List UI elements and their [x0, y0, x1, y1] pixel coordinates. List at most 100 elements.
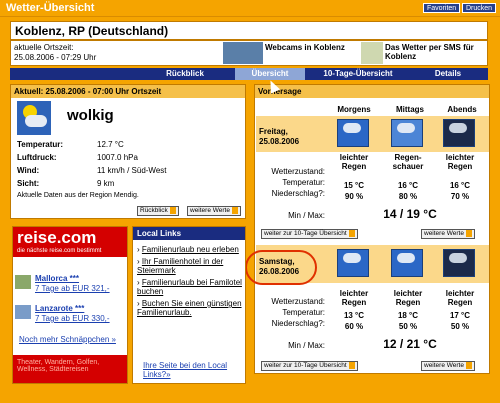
location-bar: Koblenz, RP (Deutschland)	[10, 21, 488, 40]
rain-cloud-icon	[337, 249, 369, 277]
webcams-link[interactable]: Webcams in Koblenz	[265, 43, 345, 52]
day1-minmax-value: 14 / 19 °C	[383, 207, 437, 221]
day2-name: Samstag,	[259, 257, 295, 266]
mallorca-thumb	[15, 275, 31, 289]
local-link-text[interactable]: Buchen Sie einen günstigen Familienurlau…	[137, 299, 242, 317]
page: Wetter-Übersicht Favoriten Drucken Koble…	[0, 0, 500, 403]
day1-10-tage-label: weiter zur 10-Tage Übersicht	[264, 230, 347, 238]
day2-more-values-button[interactable]: weitere Werte	[421, 361, 475, 371]
mallorca-price[interactable]: 7 Tage ab EUR 321,-	[35, 284, 110, 293]
day1-temp-evening: 16 °C	[449, 181, 471, 190]
local-link-item[interactable]: › Buchen Sie einen günstigen Familienurl…	[137, 299, 243, 317]
reise-banner: reise.com die nächste reise.com bestimmt	[13, 227, 127, 257]
arrow-right-icon	[231, 207, 238, 214]
tab-10-tage[interactable]: 10-Tage-Übersicht	[313, 68, 403, 80]
local-link-text[interactable]: Familienurlaub bei Familotel buchen	[137, 278, 242, 296]
pressure-label: Luftdruck:	[17, 153, 57, 162]
arrow-right-icon	[465, 362, 472, 369]
day1-more-values-button[interactable]: weitere Werte	[421, 229, 475, 239]
tab-rueckblick[interactable]: Rückblick	[150, 68, 220, 80]
favorites-button[interactable]: Favoriten	[423, 3, 461, 13]
rain-cloud-icon	[337, 119, 369, 147]
current-rueckblick-button[interactable]: Rückblick	[137, 206, 179, 216]
current-condition: wolkig	[67, 107, 114, 124]
sun-cloud-icon	[17, 101, 51, 135]
day1-more-values-label: weitere Werte	[424, 230, 464, 238]
local-link-text[interactable]: Familienurlaub neu erleben	[142, 245, 239, 254]
day2-precip-label: Niederschlag?:	[271, 319, 325, 328]
day2-cond-morning: leichter Regen	[339, 289, 369, 307]
local-time-value: 25.08.2006 - 07:29 Uhr	[14, 53, 97, 62]
window-titlebar: Wetter-Übersicht Favoriten Drucken	[0, 0, 500, 17]
day1-precip-morning: 90 %	[344, 192, 364, 201]
day2-10-tage-button[interactable]: weiter zur 10-Tage Übersicht	[261, 361, 358, 371]
lanzarote-link[interactable]: Lanzarote ***	[35, 304, 84, 313]
mallorca-link[interactable]: Mallorca ***	[35, 274, 79, 283]
day2-more-values-label: weitere Werte	[424, 362, 464, 370]
visibility-label: Sicht:	[17, 179, 40, 188]
reise-footer-text: Theater, Wandern, Golfen, Wellness, Städ…	[17, 359, 100, 373]
day1-cond-midday: Regen-schauer	[392, 153, 424, 171]
day1-cond-evening: leichter Regen	[445, 153, 475, 171]
local-links-panel: Local Links › Familienurlaub neu erleben…	[132, 226, 246, 384]
night-rain-cloud-icon	[443, 249, 475, 277]
day1-cond-morning: leichter Regen	[339, 153, 369, 171]
wind-value: 11 km/h / Süd-West	[97, 166, 167, 175]
pressure-value: 1007.0 hPa	[97, 153, 138, 162]
temp-label: Temperatur:	[17, 140, 64, 149]
reise-brand: reise.com	[17, 228, 97, 247]
local-link-item[interactable]: › Familienurlaub bei Familotel buchen	[137, 278, 243, 296]
reise-footer-band: Theater, Wandern, Golfen, Wellness, Städ…	[13, 355, 127, 383]
shower-cloud-icon	[391, 119, 423, 147]
local-time-label: aktuelle Ortszeit:	[14, 43, 74, 52]
sms-phone-icon	[361, 42, 383, 64]
nav-tabs: Rückblick Übersicht 10-Tage-Übersicht De…	[10, 68, 488, 80]
day2-precip-morning: 60 %	[344, 322, 364, 331]
current-more-values-button[interactable]: weitere Werte	[187, 206, 241, 216]
day2-temp-morning: 13 °C	[343, 311, 365, 320]
day2-minmax-value: 12 / 21 °C	[383, 337, 437, 351]
local-link-item[interactable]: › Ihr Familienhotel in der Steiermark	[137, 257, 243, 275]
print-button[interactable]: Drucken	[462, 3, 497, 13]
wind-label: Wind:	[17, 166, 40, 175]
location-subrow: aktuelle Ortszeit: 25.08.2006 - 07:29 Uh…	[10, 40, 488, 66]
day2-cond-midday: leichter Regen	[393, 289, 423, 307]
day2-temp-evening: 17 °C	[449, 311, 471, 320]
sms-link[interactable]: Das Wetter per SMS für Koblenz	[385, 43, 489, 61]
data-source-note: Aktuelle Daten aus der Region Mendig.	[17, 192, 139, 199]
lanzarote-thumb	[15, 305, 31, 319]
arrow-right-icon	[169, 207, 176, 214]
lanzarote-price[interactable]: 7 Tage ab EUR 330,-	[35, 314, 110, 323]
day2-temp-label: Temperatur:	[282, 308, 325, 317]
current-header: Aktuell: 25.08.2006 - 07:00 Uhr Ortszeit	[11, 85, 245, 98]
day2-cond-label: Wetterzustand:	[271, 297, 325, 306]
local-links-list: › Familienurlaub neu erleben › Ihr Famil…	[137, 245, 243, 320]
local-links-header: Local Links	[133, 227, 245, 240]
tab-uebersicht[interactable]: Übersicht	[235, 68, 305, 80]
arrow-right-icon	[348, 230, 355, 237]
day1-10-tage-button[interactable]: weiter zur 10-Tage Übersicht	[261, 229, 358, 239]
current-rueckblick-label: Rückblick	[140, 207, 168, 215]
more-deals-link[interactable]: Noch mehr Schnäppchen »	[19, 335, 116, 344]
local-links-footer[interactable]: Ihre Seite bei den Local Links?»	[143, 361, 243, 379]
forecast-header: Vorhersage	[255, 85, 489, 98]
day1-temp-morning: 15 °C	[343, 181, 365, 190]
local-link-item[interactable]: › Familienurlaub neu erleben	[137, 245, 243, 254]
day2-precip-evening: 50 %	[450, 322, 470, 331]
local-link-text[interactable]: Ihr Familienhotel in der Steiermark	[137, 257, 223, 275]
reise-slogan: die nächste reise.com bestimmt	[17, 248, 102, 254]
location-name: Koblenz, RP (Deutschland)	[15, 24, 169, 38]
reise-ad-panel[interactable]: reise.com die nächste reise.com bestimmt…	[12, 226, 128, 384]
webcam-thumbnail[interactable]	[223, 42, 263, 64]
tab-details[interactable]: Details	[415, 68, 481, 80]
night-rain-cloud-icon	[443, 119, 475, 147]
col-abends: Abends	[447, 105, 477, 114]
day2-temp-midday: 18 °C	[397, 311, 419, 320]
arrow-right-icon	[465, 230, 472, 237]
visibility-value: 9 km	[97, 179, 115, 188]
temp-value: 12.7 °C	[97, 140, 124, 149]
forecast-panel: Vorhersage Morgens Mittags Abends Freita…	[245, 84, 490, 374]
day2-date: 26.08.2006	[259, 267, 300, 276]
day1-precip-evening: 70 %	[450, 192, 470, 201]
day2-minmax-label: Min / Max:	[288, 341, 325, 350]
